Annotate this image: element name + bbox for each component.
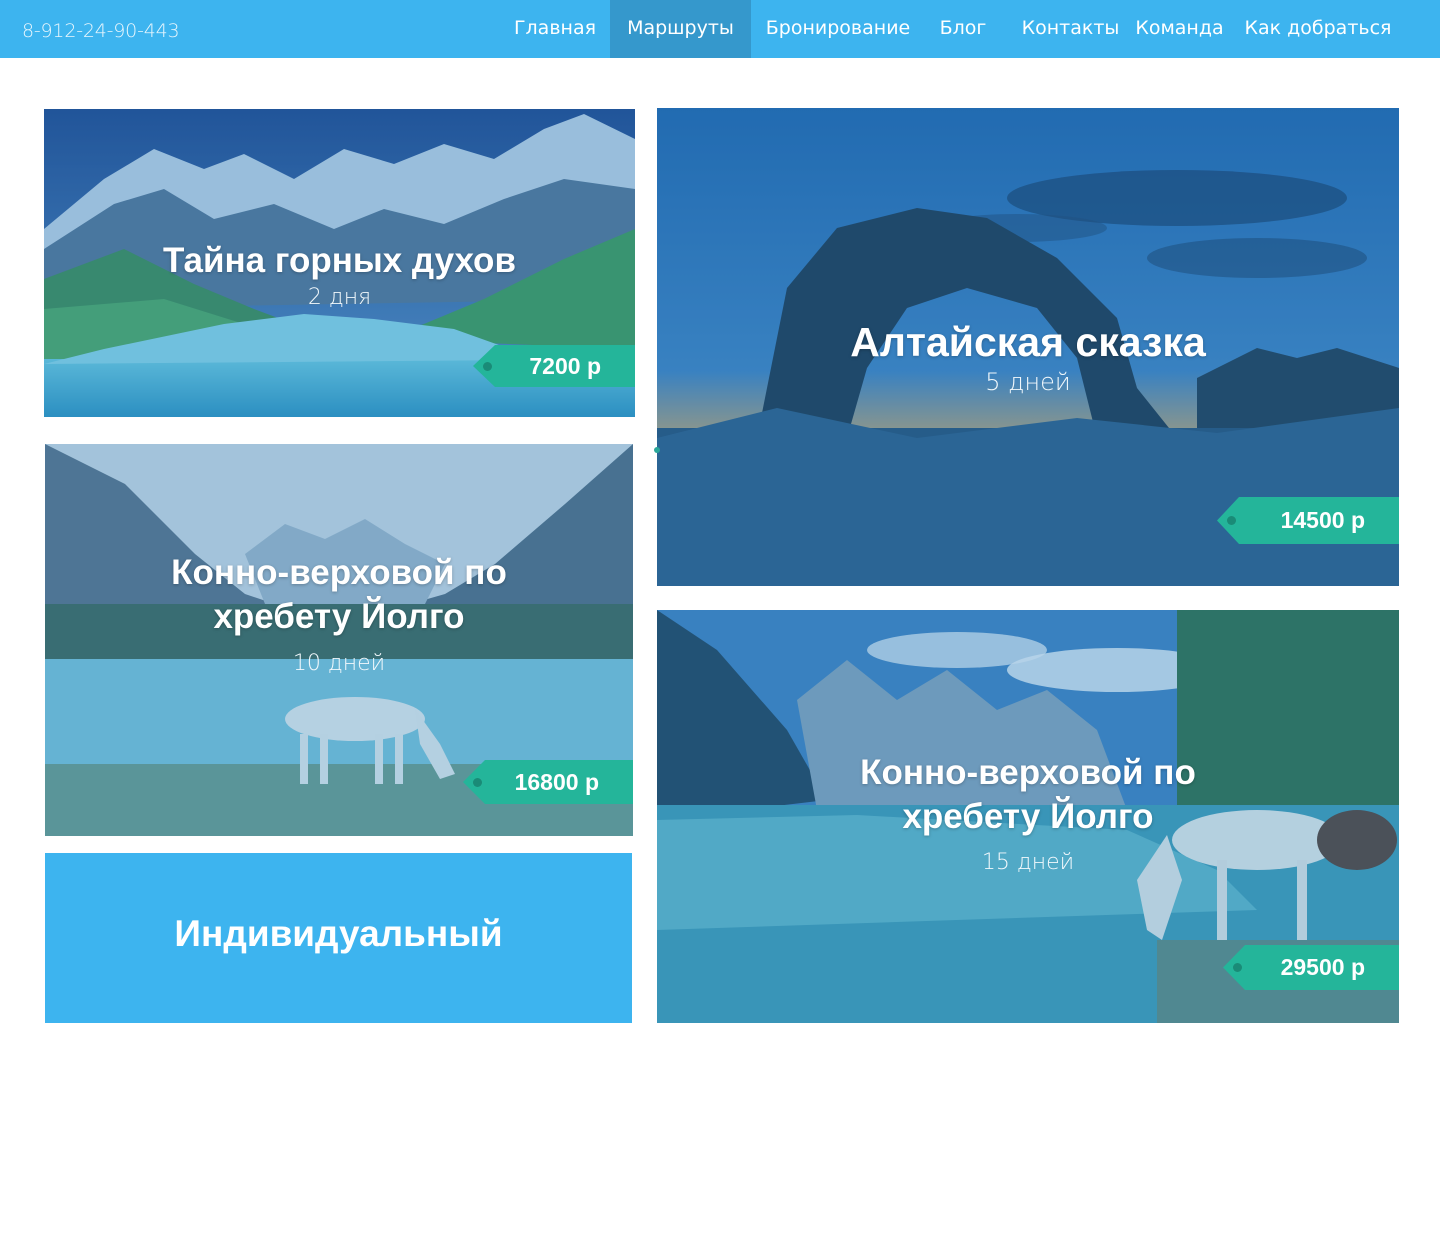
tag-hole-icon: [1227, 516, 1236, 525]
individual-label: Индивидуальный: [174, 913, 503, 954]
nav-item-home[interactable]: Главная: [505, 0, 605, 58]
phone-number[interactable]: 8-912-24-90-443: [22, 20, 180, 42]
nav-item-blog[interactable]: Блог: [930, 0, 996, 58]
tag-hole-icon: [483, 362, 492, 371]
slider-dot: [654, 447, 660, 453]
nav-item-team[interactable]: Команда: [1132, 0, 1227, 58]
top-navigation-bar: 8-912-24-90-443 Главная Маршруты Брониро…: [0, 0, 1440, 58]
individual-tour-button[interactable]: Индивидуальный: [45, 853, 632, 1023]
nav-item-routes[interactable]: Маршруты: [610, 0, 751, 58]
tour-price: 29500 р: [1280, 954, 1365, 980]
tour-price: 7200 р: [529, 353, 601, 379]
tour-title-line-2: хребету Йолго: [902, 797, 1154, 837]
tour-title: Тайна горных духов: [163, 241, 516, 280]
tour-duration: 2 дня: [307, 285, 372, 310]
nav-item-contacts[interactable]: Контакты: [1018, 0, 1123, 58]
tour-title: Алтайская сказка: [850, 319, 1206, 365]
tour-card-horse-15-days[interactable]: Конно-верховой по хребету Йолго 15 дней …: [657, 610, 1399, 1023]
tour-title-line-1: Конно-верховой по: [860, 753, 1196, 792]
price-tag[interactable]: 14500 р: [1217, 497, 1399, 544]
tour-title: Конно-верховой по хребету Йолго: [45, 551, 633, 640]
price-tag[interactable]: 16800 р: [463, 760, 633, 804]
price-tag[interactable]: 29500 р: [1223, 945, 1399, 990]
tour-title-line-2: хребету Йолго: [213, 597, 465, 637]
tour-card-horse-10-days[interactable]: Конно-верховой по хребету Йолго 10 дней …: [45, 444, 633, 836]
nav-item-booking[interactable]: Бронирование: [760, 0, 916, 58]
tag-hole-icon: [473, 778, 482, 787]
tour-price: 16800 р: [514, 769, 599, 795]
tour-title: Конно-верховой по хребету Йолго: [657, 751, 1399, 840]
tour-price: 14500 р: [1280, 507, 1365, 533]
tour-card-mountain-spirits[interactable]: Тайна горных духов 2 дня 7200 р: [44, 109, 635, 417]
tour-duration: 15 дней: [981, 850, 1075, 875]
tour-title-line-1: Конно-верховой по: [171, 553, 507, 592]
price-tag[interactable]: 7200 р: [473, 345, 635, 387]
tour-card-altai-tale[interactable]: Алтайская сказка 5 дней 14500 р: [657, 108, 1399, 586]
tour-duration: 5 дней: [985, 368, 1071, 396]
tag-hole-icon: [1233, 963, 1242, 972]
tour-duration: 10 дней: [292, 651, 386, 676]
nav-item-directions[interactable]: Как добраться: [1243, 0, 1393, 58]
